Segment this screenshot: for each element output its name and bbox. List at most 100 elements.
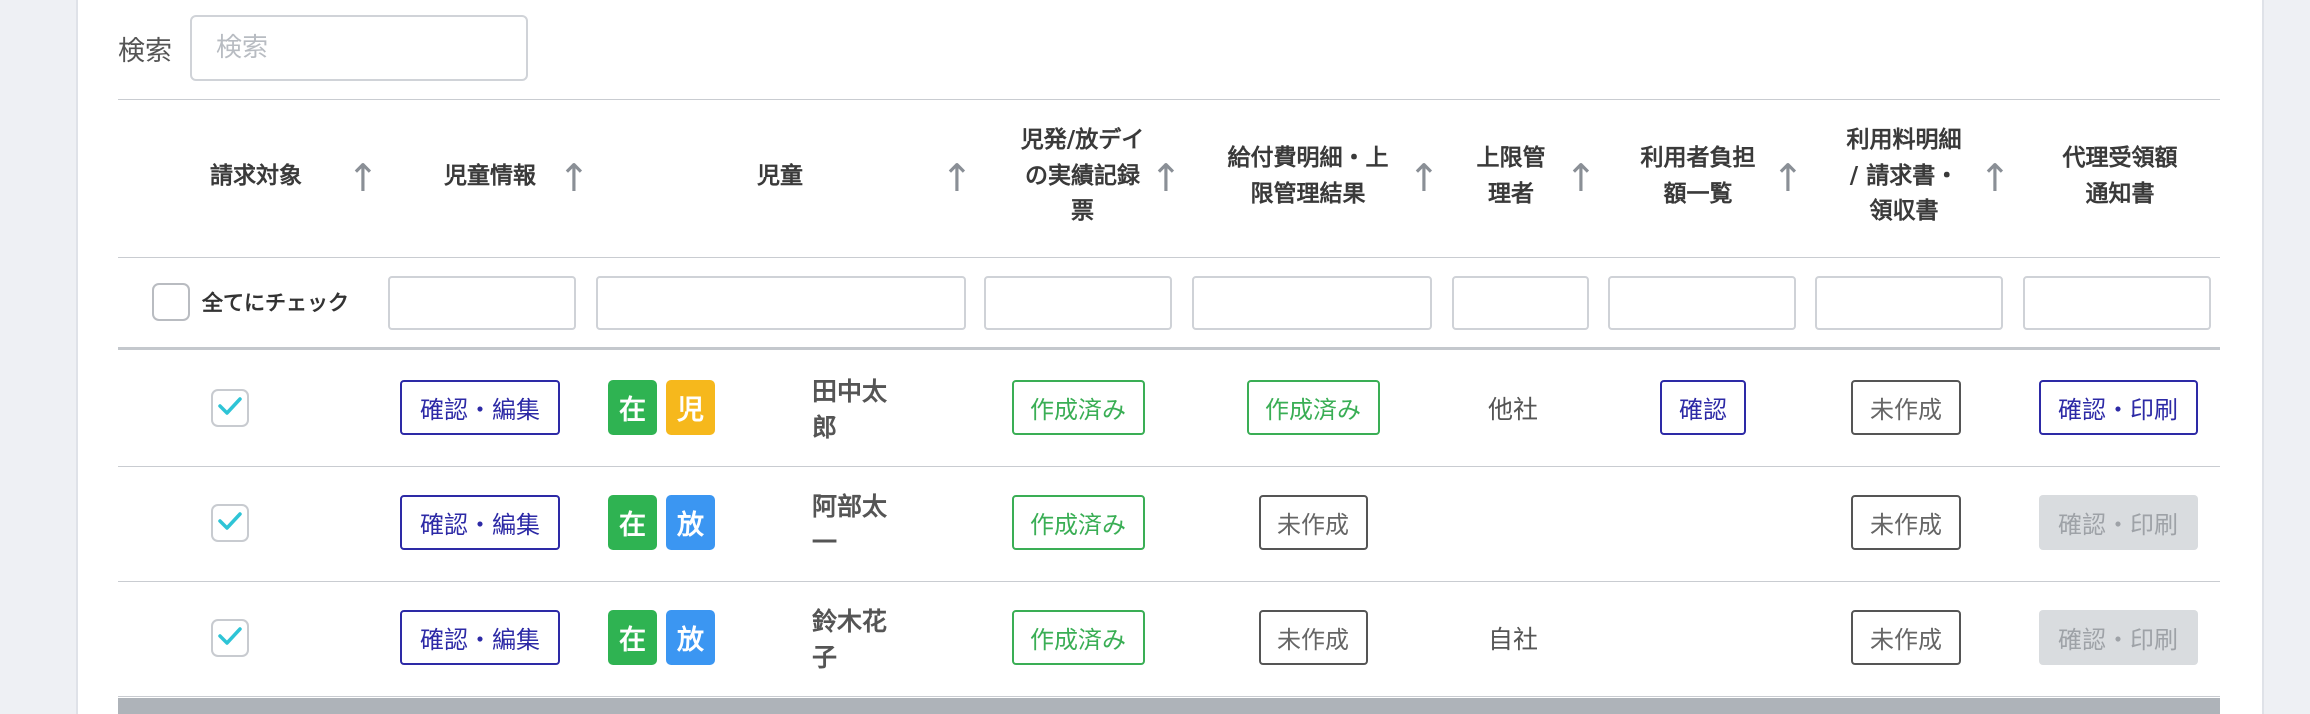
sort-benefit-icon[interactable]: ↑ [1408, 159, 1440, 197]
col-header-billing-target: 請求対象 [158, 99, 354, 254]
col-header-benefit: 給付費明細・上 限管理結果 [1202, 99, 1414, 254]
cell-burden: 確認 [1658, 350, 1748, 465]
record-status-button[interactable]: 作成済み [1011, 495, 1145, 550]
cell-notice: 確認・印刷 [2038, 465, 2198, 580]
header-text-line: 領収書 [1869, 198, 1939, 225]
child-name: 阿部太一 [811, 491, 887, 557]
filter-invoice[interactable] [1815, 276, 2003, 330]
header-text-line: 通知書 [2085, 180, 2155, 207]
invoice-status-button[interactable]: 未作成 [1851, 610, 1961, 665]
cell-billing-target [210, 580, 250, 695]
row-checkbox[interactable] [211, 618, 249, 657]
record-status-button[interactable]: 作成済み [1011, 610, 1145, 665]
sort-child-info-icon[interactable]: ↑ [558, 159, 590, 197]
status-badge: 在 [608, 610, 657, 665]
status-badge: 放 [665, 610, 715, 665]
cell-child-info: 確認・編集 [400, 465, 560, 580]
filter-child-info[interactable] [388, 276, 576, 330]
sort-invoice-icon[interactable]: ↑ [1979, 159, 2011, 197]
cell-benefit: 未作成 [1245, 465, 1381, 580]
benefit-status-button[interactable]: 未作成 [1258, 610, 1368, 665]
header-text-line: / 請求書・ [1849, 162, 1959, 189]
cell-burden [1658, 465, 1748, 580]
status-badge: 児 [665, 380, 715, 435]
filter-notice[interactable] [2023, 276, 2211, 330]
cell-notice: 確認・印刷 [2038, 580, 2198, 695]
cell-billing-target [210, 465, 250, 580]
table-row: 確認・編集在児 田中太郎 作成済み 作成済み 他社 確認 未作成 確認・印刷 [118, 350, 2220, 465]
cell-invoice: 未作成 [1850, 465, 1962, 580]
filter-burden[interactable] [1608, 276, 1796, 330]
sort-record-icon[interactable]: ↑ [1150, 159, 1182, 197]
cell-limit-manager: 自社 [1448, 580, 1578, 695]
cell-benefit: 未作成 [1245, 580, 1381, 695]
col-header-invoice: 利用料明細 / 請求書・ 領収書 [1816, 99, 1992, 254]
benefit-status-button[interactable]: 作成済み [1246, 380, 1380, 435]
confirm-edit-button[interactable]: 確認・編集 [400, 610, 560, 665]
cell-child-info: 確認・編集 [400, 580, 560, 695]
row-checkbox[interactable] [211, 388, 249, 427]
sort-burden-icon[interactable]: ↑ [1772, 159, 1804, 197]
checkmark-icon [217, 625, 243, 651]
cell-child: 在児 田中太郎 [608, 350, 908, 465]
cell-notice: 確認・印刷 [2038, 350, 2198, 465]
header-text-line: 児童情報 [444, 162, 536, 189]
sort-limit-manager-icon[interactable]: ↑ [1565, 159, 1597, 197]
main-panel: 検索 請求対象 ↑ 児童情報 ↑ 児童 ↑ 児発/放デイの実績記録票 ↑ 給付費… [76, 0, 2264, 714]
status-badge: 在 [608, 495, 657, 550]
cell-limit-manager: 他社 [1448, 350, 1578, 465]
col-header-burden: 利用者負担 額一覧 [1610, 99, 1786, 254]
header-text-line: 上限管 [1476, 144, 1546, 171]
benefit-status-button[interactable]: 未作成 [1258, 495, 1368, 550]
confirm-edit-button[interactable]: 確認・編集 [400, 380, 560, 435]
sort-billing-target-icon[interactable]: ↑ [347, 159, 379, 197]
row-checkbox[interactable] [211, 503, 249, 542]
cell-billing-target [210, 350, 250, 465]
invoice-status-button[interactable]: 未作成 [1851, 495, 1961, 550]
record-status-button[interactable]: 作成済み [1011, 380, 1145, 435]
header-text-line: 理者 [1488, 180, 1534, 207]
header-text-line: 額一覧 [1663, 180, 1733, 207]
col-header-limit-manager: 上限管 理者 [1448, 99, 1574, 254]
confirm-print-button[interactable]: 確認・印刷 [2038, 380, 2198, 435]
col-header-notice: 代理受領額 通知書 [2022, 99, 2218, 254]
header-text-line: 代理受領額 [2062, 144, 2178, 171]
filter-benefit[interactable] [1192, 276, 1432, 330]
child-name: 鈴木花子 [811, 606, 887, 672]
filter-limit-manager[interactable] [1452, 276, 1589, 330]
table-row: 確認・編集在放 阿部太一 作成済み 未作成 未作成 確認・印刷 [118, 465, 2220, 580]
filter-child[interactable] [596, 276, 966, 330]
invoice-status-button[interactable]: 未作成 [1851, 380, 1961, 435]
child-name: 田中太郎 [811, 376, 887, 442]
confirm-print-button: 確認・印刷 [2038, 610, 2198, 665]
confirm-edit-button[interactable]: 確認・編集 [400, 495, 560, 550]
limit-manager-text: 自社 [1487, 624, 1538, 654]
header-text-line: 児童 [757, 162, 803, 189]
check-all[interactable]: 全てにチェック [152, 283, 349, 321]
cell-record: 作成済み [1010, 580, 1146, 695]
check-all-checkbox[interactable] [152, 283, 190, 321]
limit-manager-text: 他社 [1487, 394, 1538, 424]
sort-child-icon[interactable]: ↑ [941, 159, 973, 197]
header-text-line: 限管理結果 [1250, 180, 1366, 207]
col-header-child: 児童 [608, 99, 952, 254]
check-all-label: 全てにチェック [202, 291, 349, 315]
cell-invoice: 未作成 [1850, 350, 1962, 465]
cell-child: 在放 鈴木花子 [608, 580, 908, 695]
search-input[interactable] [190, 15, 528, 81]
cell-record: 作成済み [1010, 465, 1146, 580]
search-label: 検索 [118, 35, 172, 67]
checkmark-icon [217, 395, 243, 421]
status-badge: 放 [665, 495, 715, 550]
search-bar: 検索 [118, 13, 528, 83]
header-text-line: 給付費明細・上 [1227, 144, 1389, 171]
filter-record[interactable] [984, 276, 1172, 330]
cell-burden [1658, 580, 1748, 695]
table-row: 確認・編集在放 鈴木花子 作成済み 未作成 自社 未作成 確認・印刷 [118, 580, 2220, 695]
cell-child: 在放 阿部太一 [608, 465, 908, 580]
table-footer-bar [118, 698, 2220, 714]
col-header-record: 児発/放デイ の実績記録票 [996, 99, 1169, 254]
header-text-line: 利用者負担 [1640, 144, 1756, 171]
cell-limit-manager [1448, 465, 1578, 580]
burden-confirm-button[interactable]: 確認 [1660, 380, 1746, 435]
